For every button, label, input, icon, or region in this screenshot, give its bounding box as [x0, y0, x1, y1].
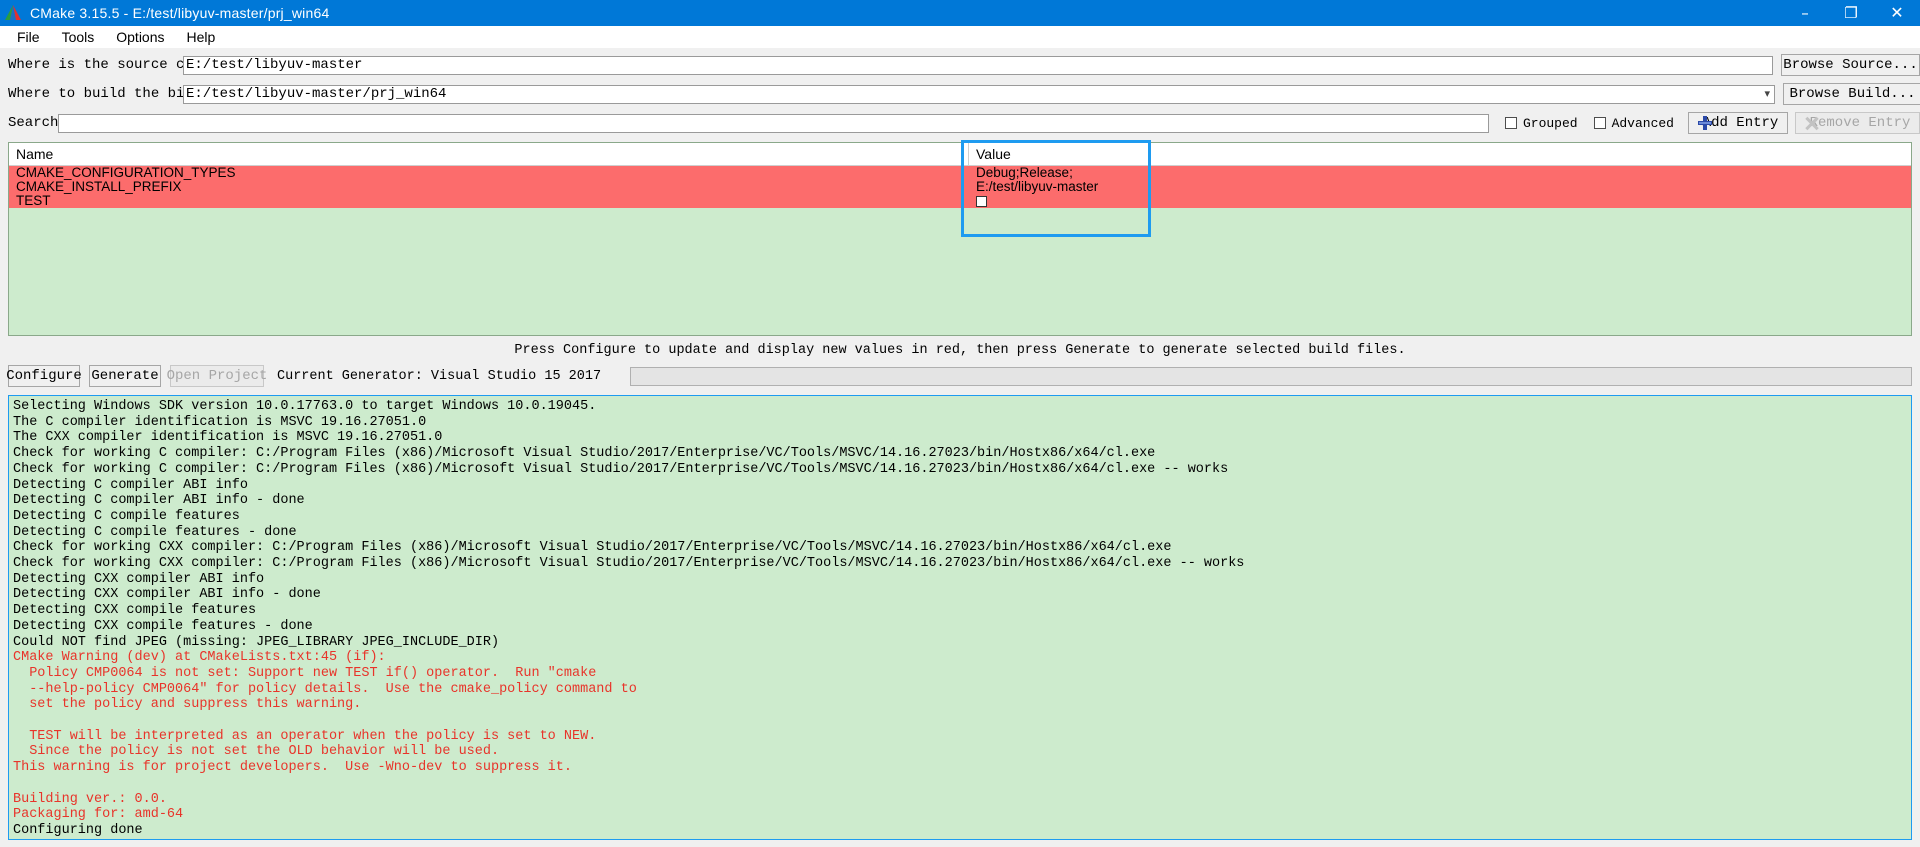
source-path-input[interactable] [183, 55, 1773, 75]
log-line: Check for working C compiler: C:/Program… [13, 446, 1156, 462]
log-output-panel[interactable]: Selecting Windows SDK version 10.0.17763… [8, 395, 1912, 840]
progress-bar [630, 366, 1912, 386]
log-lines-container: Selecting Windows SDK version 10.0.17763… [13, 399, 1911, 839]
grouped-checkbox[interactable] [1504, 117, 1517, 129]
menu-help[interactable]: Help [176, 27, 227, 47]
test-bool-checkbox[interactable] [976, 195, 987, 207]
minimize-button[interactable]: – [1782, 0, 1828, 26]
log-line: Configuring done [13, 822, 143, 838]
grouped-label: Grouped [1522, 115, 1578, 131]
search-row: Search: Grouped Advanced Add Entry Remov… [0, 111, 1920, 135]
log-line: Detecting C compiler ABI info - done [13, 493, 305, 509]
log-line: Detecting C compile features [13, 508, 240, 524]
search-label: Search: [8, 115, 67, 131]
build-path-combo[interactable]: ▾ [183, 84, 1775, 104]
log-line: Policy CMP0064 is not set: Support new T… [13, 665, 597, 681]
cache-entry-name: CMAKE_INSTALL_PREFIX [16, 179, 182, 194]
advanced-checkbox[interactable] [1593, 117, 1606, 129]
log-line: Selecting Windows SDK version 10.0.17763… [13, 399, 597, 414]
log-line: Detecting CXX compiler ABI info [13, 571, 265, 587]
log-line: Detecting C compiler ABI info [13, 477, 248, 493]
table-header-row: Name Value [9, 143, 1911, 166]
cache-entry-value-checkbox-cell[interactable] [969, 194, 1911, 208]
cmake-logo-icon [0, 0, 26, 26]
restore-button[interactable]: ❐ [1828, 0, 1874, 26]
build-label: Where to build the binaries: [8, 86, 244, 102]
cache-entry-name: CMAKE_CONFIGURATION_TYPES [16, 165, 236, 180]
log-line: Could NOT find JPEG (missing: JPEG_LIBRA… [13, 634, 500, 650]
log-line: Packaging for: amd-64 [13, 807, 184, 823]
remove-entry-label: Remove Entry [1809, 115, 1911, 131]
remove-entry-button[interactable]: Remove Entry [1795, 112, 1920, 134]
cache-entry-value[interactable]: Debug;Release; [969, 166, 1911, 180]
configure-hint-text: Press Configure to update and display ne… [514, 343, 1406, 358]
log-line: Detecting C compile features - done [13, 524, 297, 540]
configure-button[interactable]: Configure [6, 365, 82, 387]
log-line: This warning is for project developers. … [13, 760, 572, 776]
advanced-checkbox-row[interactable]: Advanced [1593, 115, 1674, 131]
log-line: Detecting CXX compiler ABI info - done [13, 587, 321, 603]
menubar: File Tools Options Help [0, 26, 1920, 48]
action-bar: Configure Generate Open Project Current … [0, 365, 1920, 387]
browse-source-button[interactable]: Browse Source... [1781, 54, 1920, 76]
chevron-down-icon: ▾ [1764, 86, 1770, 100]
window-titlebar: CMake 3.15.5 - E:/test/libyuv-master/prj… [0, 0, 1920, 26]
close-button[interactable]: ✕ [1874, 0, 1920, 26]
log-line: Building ver.: 0.0. [13, 791, 167, 807]
menu-options[interactable]: Options [105, 27, 175, 47]
build-path-input[interactable] [183, 84, 1775, 104]
table-row[interactable]: TEST [9, 194, 1911, 208]
column-header-name[interactable]: Name [9, 143, 969, 165]
window-title: CMake 3.15.5 - E:/test/libyuv-master/prj… [30, 5, 330, 21]
menu-file[interactable]: File [6, 27, 51, 47]
source-label: Where is the source code: [8, 57, 219, 73]
log-line: The CXX compiler identification is MSVC … [13, 430, 443, 446]
cache-variable-table[interactable]: Name Value CMAKE_CONFIGURATION_TYPES Deb… [8, 140, 1912, 336]
build-row: Where to build the binaries: ▾ Browse Bu… [0, 82, 1920, 106]
cache-entry-name: TEST [16, 193, 51, 208]
log-line: --help-policy CMP0064" for policy detail… [13, 681, 637, 697]
table-row[interactable]: CMAKE_INSTALL_PREFIX E:/test/libyuv-mast… [9, 180, 1911, 194]
log-line: set the policy and suppress this warning… [13, 697, 362, 713]
add-entry-button[interactable]: Add Entry [1688, 112, 1788, 134]
cache-entry-value[interactable]: E:/test/libyuv-master [969, 180, 1911, 194]
log-line: Check for working CXX compiler: C:/Progr… [13, 556, 1245, 572]
browse-build-button[interactable]: Browse Build... [1783, 83, 1920, 105]
log-line: Detecting CXX compile features [13, 603, 257, 619]
log-line: Check for working CXX compiler: C:/Progr… [13, 540, 1172, 556]
log-line: The C compiler identification is MSVC 19… [13, 414, 427, 430]
table-row[interactable]: CMAKE_CONFIGURATION_TYPES Debug;Release; [9, 166, 1911, 180]
log-line: CMake Warning (dev) at CMakeLists.txt:45… [13, 650, 386, 666]
grouped-checkbox-row[interactable]: Grouped [1504, 115, 1578, 131]
source-row: Where is the source code: Browse Source.… [0, 53, 1920, 77]
advanced-label: Advanced [1611, 115, 1674, 131]
generate-button[interactable]: Generate [89, 365, 161, 387]
log-line: Since the policy is not set the OLD beha… [13, 744, 500, 760]
add-entry-label: Add Entry [1702, 115, 1779, 131]
current-generator-label: Current Generator: Visual Studio 15 2017 [277, 368, 602, 384]
column-header-value[interactable]: Value [969, 143, 1911, 165]
search-input[interactable] [58, 113, 1489, 133]
open-project-button[interactable]: Open Project [167, 365, 267, 387]
log-line: Check for working C compiler: C:/Program… [13, 461, 1229, 477]
log-line: TEST will be interpreted as an operator … [13, 728, 597, 744]
log-line: Detecting CXX compile features - done [13, 618, 313, 634]
path-form: Where is the source code: Browse Source.… [0, 53, 1920, 135]
menu-tools[interactable]: Tools [51, 27, 106, 47]
